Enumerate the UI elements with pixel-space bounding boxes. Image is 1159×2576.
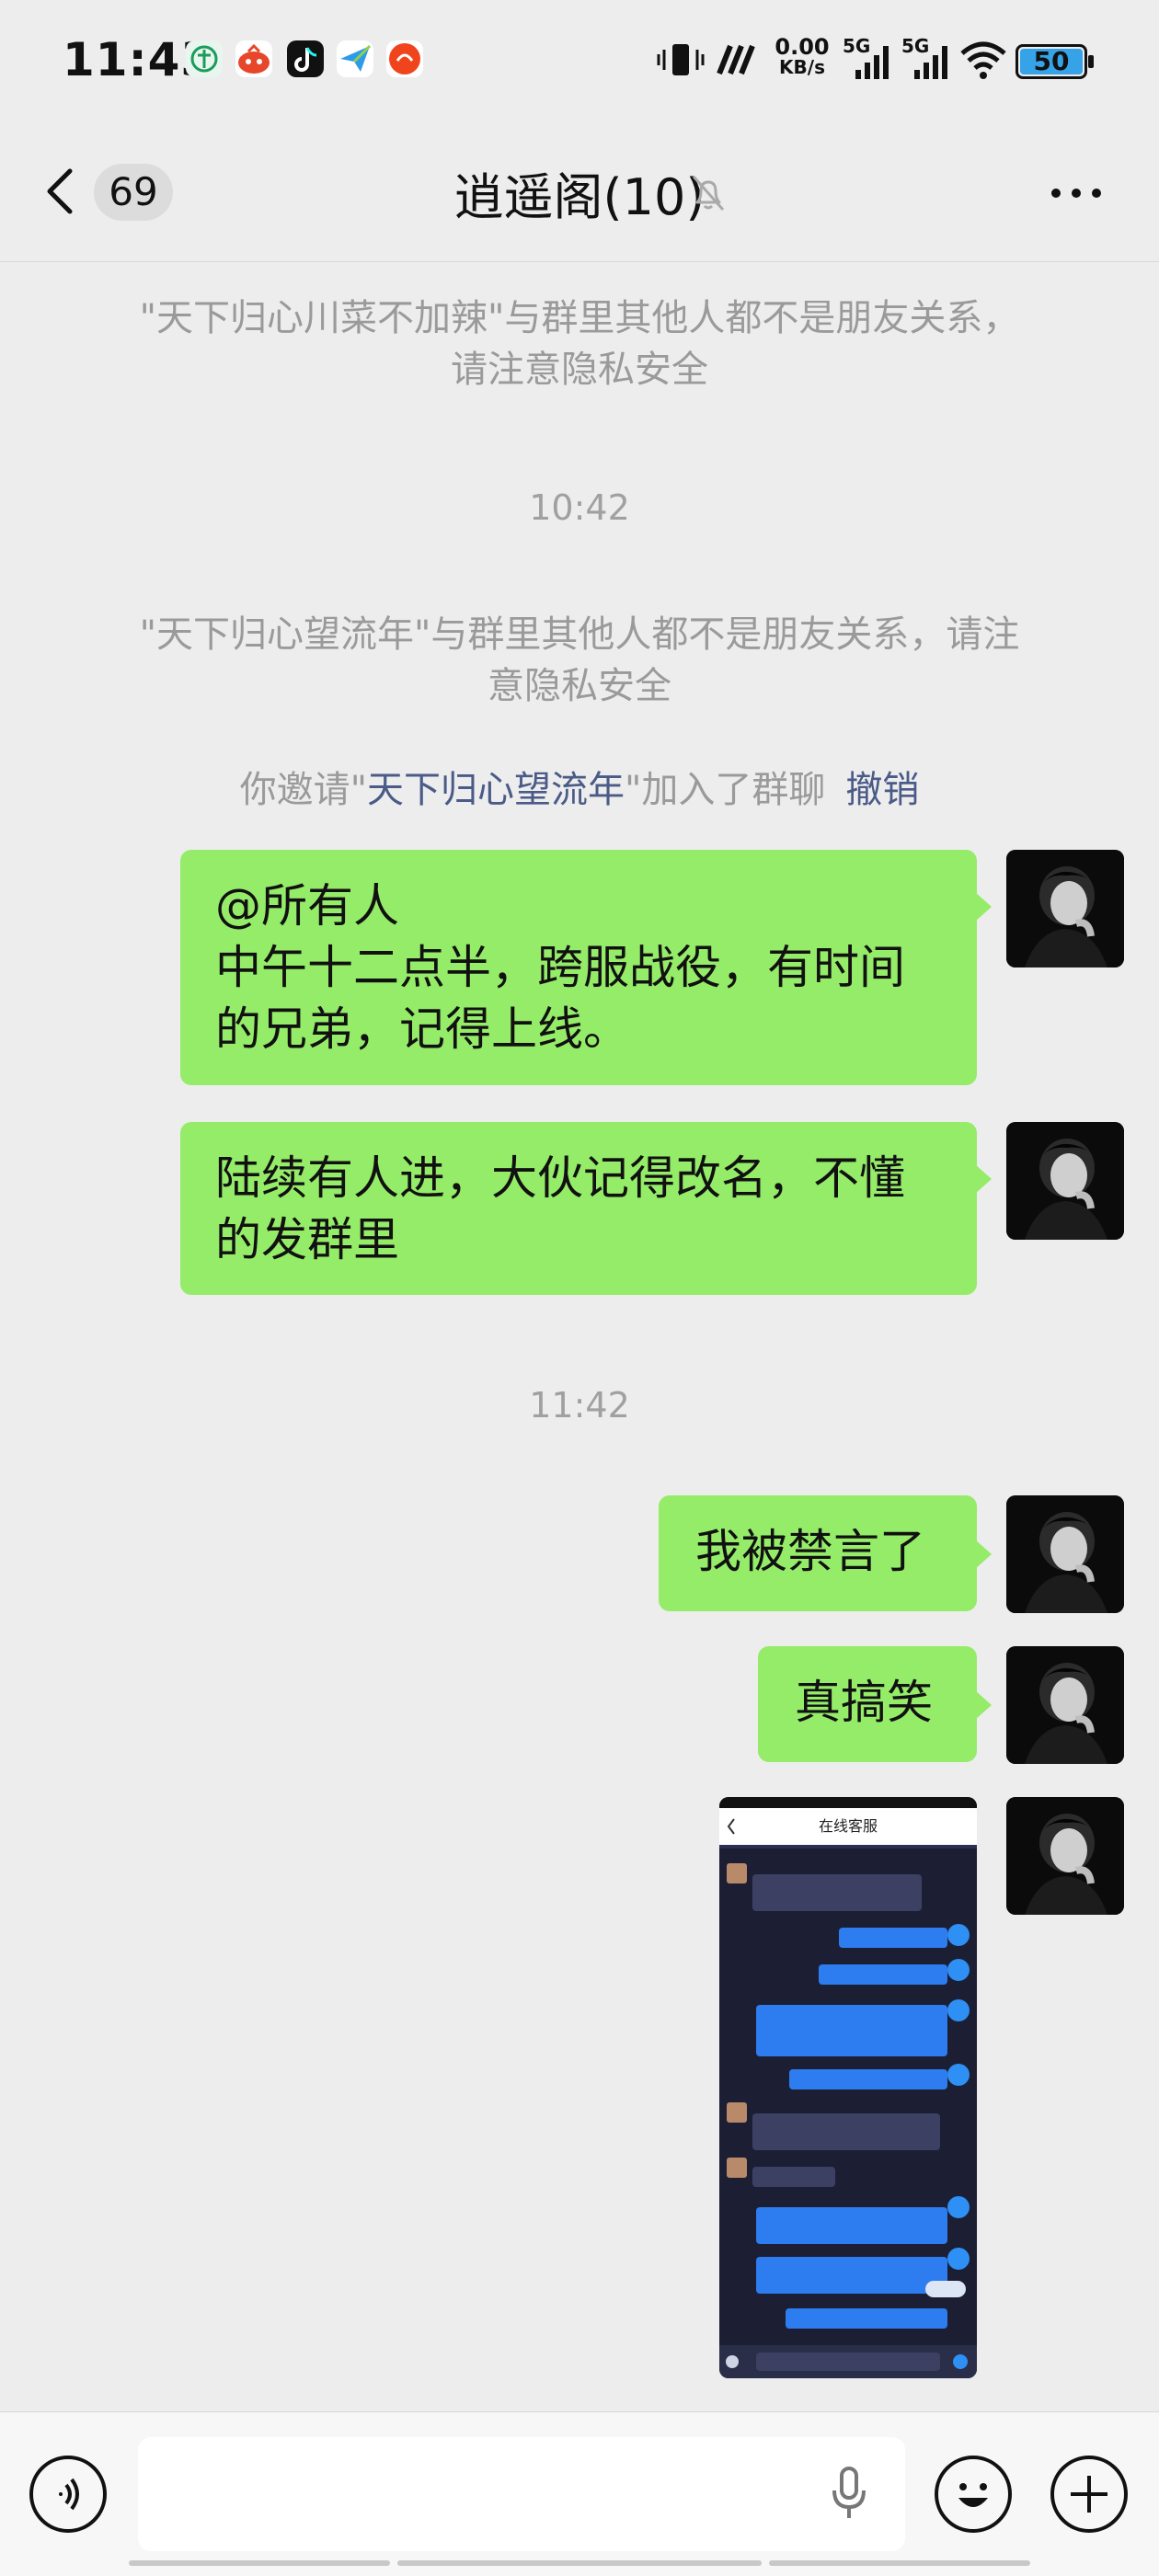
invited-user-link[interactable]: 天下归心望流年 [367,769,625,811]
message-text: @所有人 [215,879,399,933]
notice-text: "天下归心望流年"与群里其他人都不是朋友关系，请注 [139,613,1020,656]
app-notification-icon [386,40,423,77]
message-text: 我被禁言了 [695,1525,925,1578]
emoji-icon [958,2483,988,2507]
avatar[interactable] [1006,1122,1124,1240]
invite-text: "加入了群聊 [625,769,826,811]
chat-screenshot-image [719,1797,977,2378]
message-bubble[interactable]: @所有人 中午十二点半，跨服战役，有时间 的兄弟，记得上线。 [180,850,977,1085]
message-timestamp: 11:42 [529,1385,630,1425]
message-bubble[interactable]: 我被禁言了 [659,1495,977,1611]
message-text: 中午十二点半，跨服战役，有时间 [215,941,905,994]
message-text: 的发群里 [215,1213,399,1266]
signal-icon: 5G [901,37,957,83]
message-text: 的兄弟，记得上线。 [215,1002,629,1056]
notice-text: 意隐私安全 [488,665,671,707]
message-bubble[interactable]: 真搞笑 [758,1646,977,1762]
privacy-notice: "天下归心川菜不加辣"与群里其他人都不是朋友关系， 请注意隐私安全 [83,292,1076,395]
net-speed-unit: KB/s [779,56,825,78]
bubble-tail [975,1540,992,1569]
status-bar: 11:43 0.00 KB/s 5G 5G 50 [0,0,1159,125]
invite-text: 你邀请" [239,769,367,811]
message-text: 陆续有人进，大伙记得改名，不懂 [215,1151,905,1205]
more-actions-button[interactable] [1050,2456,1128,2533]
battery-icon: 50 [1016,44,1095,79]
revoke-link[interactable]: 撤销 [845,769,919,811]
avatar[interactable] [1006,1797,1124,1915]
app-notification-icon [235,40,272,77]
avatar[interactable] [1006,1646,1124,1764]
notice-text: 请注意隐私安全 [451,349,708,391]
image-message[interactable]: 在线客服 [719,1797,977,2378]
signal-icon: 5G [843,37,898,83]
tiktok-icon [287,40,324,77]
vibrate-icon [655,37,706,83]
message-input[interactable] [138,2437,905,2551]
invite-notice: 你邀请"天下归心望流年"加入了群聊 撤销 [0,760,1159,813]
plus-icon [1071,2476,1107,2513]
microphone-icon[interactable] [826,2463,872,2527]
muted-bell-icon [688,173,729,213]
emoji-button[interactable] [935,2456,1012,2533]
more-options-button[interactable] [1047,184,1106,202]
nfc-icon [716,37,762,83]
net-speed-value: 0.00 [775,34,830,60]
net-speed: 0.00 KB/s [775,34,830,83]
voice-mode-button[interactable] [29,2456,107,2533]
notice-text: "天下归心川菜不加辣"与群里其他人都不是朋友关系， [139,297,1020,339]
voice-icon [59,2478,79,2511]
paper-plane-icon [337,40,373,77]
bubble-tail [975,1690,992,1720]
avatar[interactable] [1006,1495,1124,1613]
avatar[interactable] [1006,850,1124,967]
wifi-icon [958,37,1008,83]
message-timestamp: 10:42 [529,487,630,528]
bubble-tail [975,892,992,922]
app-notification-icon [186,40,223,77]
battery-level: 50 [1033,46,1070,76]
message-text: 真搞笑 [795,1676,933,1729]
chat-title: 逍遥阁(10) [0,156,1159,229]
screenshot-title: 在线客服 [818,1817,878,1835]
bubble-tail [975,1164,992,1194]
group-name: 逍遥阁(10) [453,168,706,226]
privacy-notice: "天下归心望流年"与群里其他人都不是朋友关系，请注 意隐私安全 [83,609,1076,712]
system-nav-bar [0,2557,1159,2575]
message-bubble[interactable]: 陆续有人进，大伙记得改名，不懂 的发群里 [180,1122,977,1295]
